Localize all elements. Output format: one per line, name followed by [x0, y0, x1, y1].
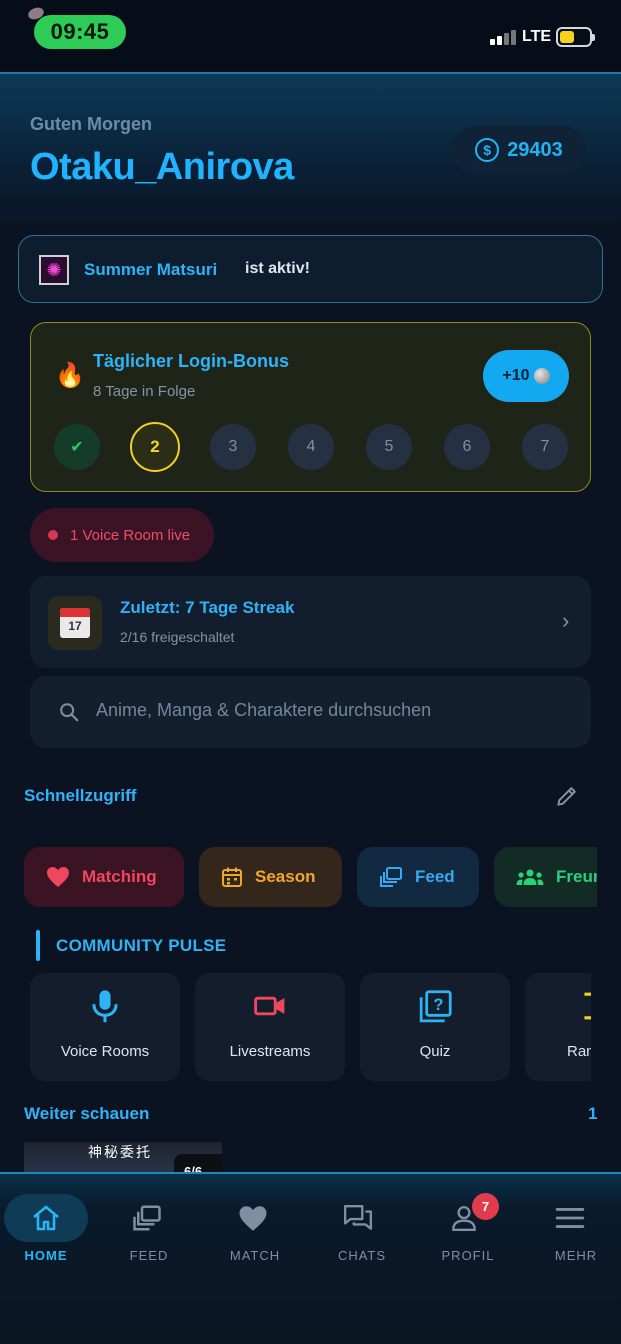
streak-card[interactable]: 17 Zuletzt: 7 Tage Streak 2/16 freigesch…	[30, 576, 591, 668]
home-icon	[33, 1205, 59, 1231]
day-5: 5	[366, 424, 412, 470]
chip-friends[interactable]: Freun	[494, 847, 597, 907]
ranking-icon	[584, 992, 591, 1020]
fire-icon: 🔥	[55, 362, 85, 389]
calendar-icon: 17	[48, 596, 102, 650]
tile-ranking[interactable]: Ran	[525, 973, 591, 1081]
voice-room-live-pill[interactable]: 1 Voice Room live	[30, 508, 214, 562]
nav-home-label: HOME	[24, 1248, 68, 1263]
tile-quiz-label: Quiz	[419, 1043, 451, 1060]
moon-coin-icon	[533, 368, 550, 384]
quiz-icon: ?	[419, 990, 452, 1023]
search-bar[interactable]	[30, 676, 591, 748]
chip-feed-label: Feed	[415, 867, 455, 886]
nav-more-label: MEHR	[554, 1248, 598, 1263]
heart-icon	[239, 1205, 267, 1231]
streak-subtitle: 2/16 freigeschaltet	[120, 629, 235, 645]
chip-matching-label: Matching	[82, 867, 157, 886]
login-bonus-subtitle: 8 Tage in Folge	[93, 383, 196, 400]
network-label: LTE	[522, 28, 552, 45]
community-pulse-tiles: Voice Rooms Livestreams ? Quiz Ran	[30, 973, 591, 1081]
quick-access-title: Schnellzugriff	[24, 786, 137, 805]
video-camera-icon	[254, 996, 285, 1016]
nav-chats[interactable]: CHATS	[316, 1192, 406, 1266]
nav-chats-label: CHATS	[337, 1248, 387, 1263]
feed-icon	[380, 867, 402, 887]
chip-season[interactable]: Season	[199, 847, 342, 907]
chip-matching[interactable]: Matching	[24, 847, 184, 907]
nav-match[interactable]: MATCH	[211, 1192, 301, 1266]
chip-season-label: Season	[255, 867, 316, 886]
coin-count: 29403	[507, 138, 563, 161]
day-4: 4	[288, 424, 334, 470]
edit-pencil-icon[interactable]	[554, 783, 580, 809]
nav-feed[interactable]: FEED	[105, 1192, 195, 1266]
event-name: Summer Matsuri	[84, 260, 218, 279]
tile-livestreams-label: Livestreams	[229, 1043, 311, 1060]
day-3: 3	[210, 424, 256, 470]
calendar-icon	[222, 867, 242, 887]
svg-text:?: ?	[433, 995, 443, 1014]
nav-profile-label: PROFIL	[441, 1248, 495, 1263]
tile-livestreams[interactable]: Livestreams	[195, 973, 345, 1081]
claim-bonus-label: +10	[502, 367, 530, 384]
nav-feed-label: FEED	[129, 1248, 169, 1263]
feed-icon	[133, 1205, 161, 1231]
claim-bonus-button[interactable]: +10	[483, 350, 569, 402]
event-banner[interactable]: ✺ Summer Matsuri ist aktiv!	[18, 235, 603, 303]
battery-icon	[556, 27, 595, 47]
nav-more[interactable]: MEHR	[528, 1192, 618, 1266]
tile-voice-rooms[interactable]: Voice Rooms	[30, 973, 180, 1081]
day-1: ✔	[54, 424, 100, 470]
chevron-right-icon: ›	[562, 608, 570, 633]
day-7: 7	[522, 424, 568, 470]
dollar-coin-icon: $	[475, 138, 500, 162]
nav-match-label: MATCH	[229, 1248, 281, 1263]
day-6: 6	[444, 424, 490, 470]
fireworks-icon: ✺	[39, 255, 69, 285]
continue-watching-count[interactable]: 1	[588, 1104, 597, 1124]
menu-icon	[555, 1208, 585, 1228]
voice-room-live-label: 1 Voice Room live	[70, 526, 191, 544]
heart-icon	[47, 867, 69, 887]
section-accent-bar	[36, 930, 40, 961]
quick-access-chips: Matching Season Feed Freun	[24, 847, 597, 907]
microphone-icon	[92, 990, 118, 1023]
friends-icon	[516, 869, 544, 885]
status-time: 09:45	[34, 15, 126, 49]
community-pulse-title: COMMUNITY PULSE	[56, 936, 227, 955]
chat-icon	[343, 1205, 373, 1230]
tile-ranking-label: Ran	[567, 1043, 591, 1060]
search-input[interactable]	[96, 700, 566, 721]
coin-balance[interactable]: $ 29403	[452, 126, 586, 174]
login-bonus-title: Täglicher Login-Bonus	[93, 351, 289, 371]
nav-home[interactable]: HOME	[4, 1192, 94, 1266]
chip-friends-label: Freun	[556, 867, 597, 886]
tile-voice-rooms-label: Voice Rooms	[60, 1043, 150, 1060]
tile-quiz[interactable]: ? Quiz	[360, 973, 510, 1081]
search-icon	[60, 703, 79, 722]
login-bonus-card: 🔥 Täglicher Login-Bonus 8 Tage in Folge …	[30, 322, 591, 492]
signal-icon	[490, 30, 516, 45]
profile-notification-badge: 7	[472, 1193, 499, 1220]
day-2[interactable]: 2	[130, 422, 180, 472]
greeting: Guten Morgen	[30, 114, 152, 134]
event-status: ist aktiv!	[245, 260, 310, 277]
thumbnail-title: 神秘委托	[88, 1145, 152, 1161]
chip-feed[interactable]: Feed	[357, 847, 479, 907]
streak-title: Zuletzt: 7 Tage Streak	[120, 598, 295, 617]
continue-watching-title: Weiter schauen	[24, 1104, 150, 1123]
username: Otaku_Anirova	[30, 146, 294, 188]
live-dot-icon	[48, 530, 58, 540]
